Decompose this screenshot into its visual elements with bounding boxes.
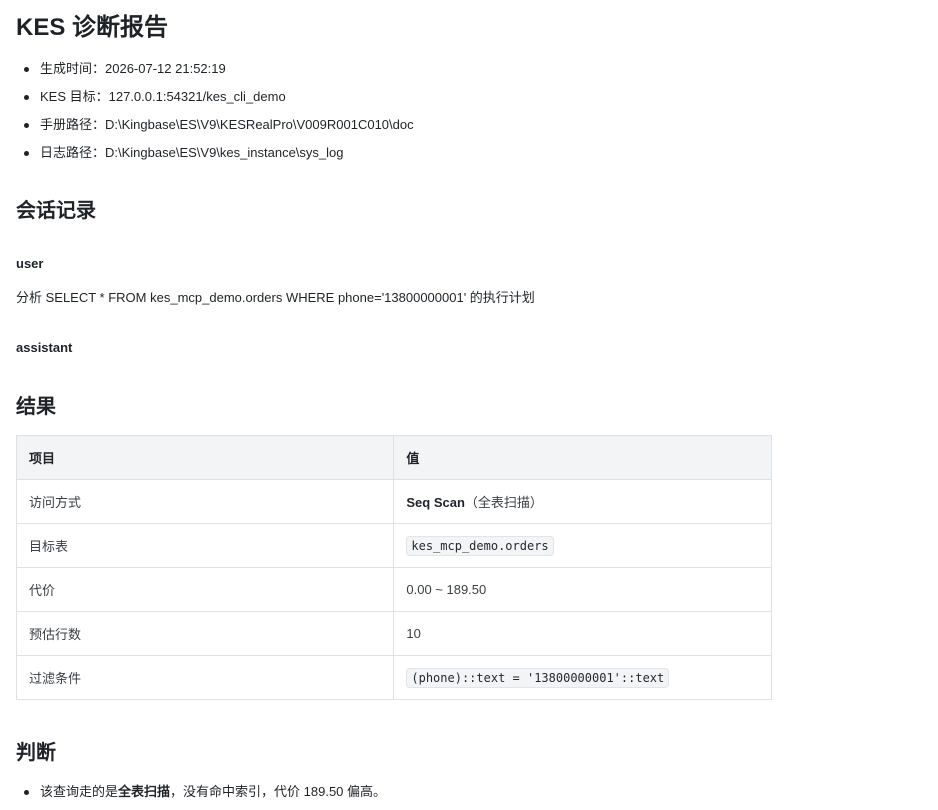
report-page: KES 诊断报告 生成时间：2026-07-12 21:52:19 KES 目标… [0,0,938,810]
result-heading: 结果 [16,396,56,418]
judgement-text-strong: 全表扫描 [118,784,171,799]
meta-value: 2026-07-12 21:52:19 [105,61,226,76]
meta-item-kes-target: KES 目标：127.0.0.1:54321/kes_cli_demo [16,85,414,113]
cell-value: kes_mcp_demo.orders [393,523,772,568]
access-method-note: （全表扫描） [464,495,543,510]
meta-item-log-path: 日志路径：D:\Kingbase\ES\V9\kes_instance\sys_… [16,141,414,169]
user-role-label: user [16,256,44,271]
result-table: 项目 值 访问方式 Seq Scan（全表扫描） 目标表 kes_mcp_dem… [15,435,772,700]
cell-value: Seq Scan（全表扫描） [393,479,772,524]
judgement-text-post: ，没有命中索引，代价 189.50 偏高。 [170,784,387,799]
cell-item: 目标表 [15,523,395,568]
column-header-item: 项目 [15,435,395,480]
judgement-text-pre: 该查询走的是 [40,784,119,799]
cell-item: 代价 [15,567,395,612]
filter-condition-code: (phone)::text = '13800000001'::text [406,668,670,688]
report-meta-list: 生成时间：2026-07-12 21:52:19 KES 目标：127.0.0.… [16,57,414,169]
table-header-row: 项目 值 [15,435,772,480]
table-row: 访问方式 Seq Scan（全表扫描） [15,479,772,524]
meta-label: 生成时间： [40,61,106,76]
meta-value: 127.0.0.1:54321/kes_cli_demo [108,89,286,104]
table-row: 目标表 kes_mcp_demo.orders [15,523,772,568]
meta-value: D:\Kingbase\ES\V9\kes_instance\sys_log [105,145,344,160]
cell-value: 10 [393,611,772,656]
user-message: 分析 SELECT * FROM kes_mcp_demo.orders WHE… [16,290,535,305]
cell-item: 访问方式 [15,479,395,524]
meta-label: KES 目标： [40,89,109,104]
cell-item: 预估行数 [15,611,395,656]
session-heading: 会话记录 [16,200,96,222]
meta-value: D:\Kingbase\ES\V9\KESRealPro\V009R001C01… [105,117,414,132]
meta-label: 手册路径： [40,117,106,132]
table-row: 预估行数 10 [15,611,772,656]
table-row: 过滤条件 (phone)::text = '13800000001'::text [15,655,772,700]
cell-item: 过滤条件 [15,655,395,700]
table-row: 代价 0.00 ~ 189.50 [15,567,772,612]
cell-value: 0.00 ~ 189.50 [393,567,772,612]
judgement-heading: 判断 [16,742,56,764]
assistant-role-label: assistant [16,340,73,355]
target-table-code: kes_mcp_demo.orders [406,536,554,556]
meta-label: 日志路径： [40,145,106,160]
page-title: KES 诊断报告 [16,14,169,41]
access-method-strong: Seq Scan [406,495,465,510]
judgement-list: 该查询走的是全表扫描，没有命中索引，代价 189.50 偏高。 [16,780,386,804]
cell-value: (phone)::text = '13800000001'::text [393,655,772,700]
meta-item-generated-time: 生成时间：2026-07-12 21:52:19 [16,57,414,85]
list-item: 该查询走的是全表扫描，没有命中索引，代价 189.50 偏高。 [16,780,386,804]
column-header-value: 值 [393,435,772,480]
meta-item-manual-path: 手册路径：D:\Kingbase\ES\V9\KESRealPro\V009R0… [16,113,414,141]
